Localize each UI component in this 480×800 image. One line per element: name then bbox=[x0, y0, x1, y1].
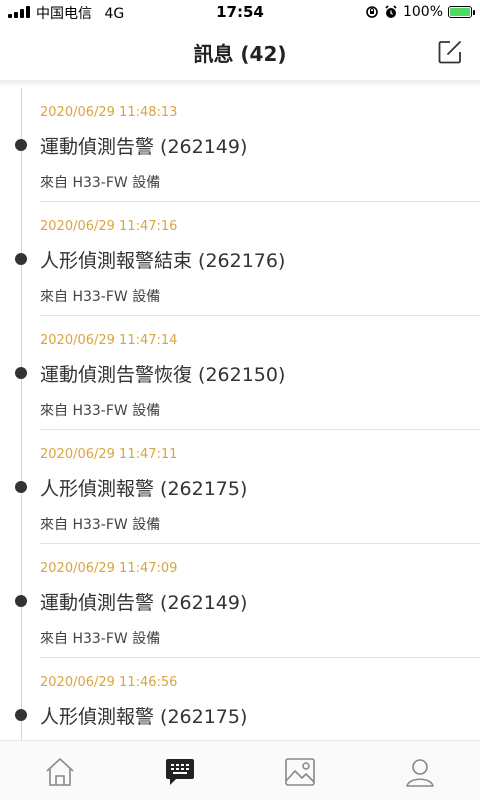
timeline-dot bbox=[15, 481, 27, 493]
message-item[interactable]: 2020/06/29 11:47:09 運動偵測告警 (262149) 來自 H… bbox=[0, 544, 480, 658]
message-title: 運動偵測告警 (262149) bbox=[40, 592, 248, 614]
page-title: 訊息 (42) bbox=[193, 42, 287, 66]
message-source: 來自 H33-FW 設備 bbox=[40, 631, 161, 647]
rotation-lock-icon bbox=[366, 6, 378, 18]
timeline-dot bbox=[15, 367, 27, 379]
message-timestamp: 2020/06/29 11:47:14 bbox=[40, 333, 178, 348]
message-timestamp: 2020/06/29 11:47:11 bbox=[40, 447, 178, 462]
battery-percent: 100% bbox=[402, 4, 443, 20]
header: 訊息 (42) bbox=[0, 24, 480, 80]
timeline-dot bbox=[15, 253, 27, 265]
message-item[interactable]: 2020/06/29 11:48:13 運動偵測告警 (262149) 來自 H… bbox=[0, 88, 480, 202]
compose-icon[interactable] bbox=[436, 38, 464, 66]
message-source: 來自 H33-FW 設備 bbox=[40, 289, 161, 305]
timeline-dot bbox=[15, 595, 27, 607]
message-item[interactable]: 2020/06/29 11:46:56 人形偵測報警 (262175) bbox=[0, 658, 480, 740]
image-icon[interactable] bbox=[283, 755, 317, 789]
message-title: 人形偵測報警 (262175) bbox=[40, 706, 248, 728]
status-right: 100% bbox=[365, 3, 475, 21]
profile-icon[interactable] bbox=[403, 755, 437, 789]
message-timestamp: 2020/06/29 11:46:56 bbox=[40, 675, 178, 690]
message-timestamp: 2020/06/29 11:47:09 bbox=[40, 561, 178, 576]
message-title: 人形偵測報警結束 (262176) bbox=[40, 250, 286, 272]
timeline-dot bbox=[15, 139, 27, 151]
header-shadow bbox=[0, 80, 480, 88]
message-title: 人形偵測報警 (262175) bbox=[40, 478, 248, 500]
message-timestamp: 2020/06/29 11:48:13 bbox=[40, 105, 178, 120]
message-source: 來自 H33-FW 設備 bbox=[40, 403, 161, 419]
alarm-icon bbox=[385, 5, 397, 18]
message-item[interactable]: 2020/06/29 11:47:11 人形偵測報警 (262175) 來自 H… bbox=[0, 430, 480, 544]
message-title: 運動偵測告警 (262149) bbox=[40, 136, 248, 158]
message-timestamp: 2020/06/29 11:47:16 bbox=[40, 219, 178, 234]
message-source: 來自 H33-FW 設備 bbox=[40, 175, 161, 191]
message-icon[interactable] bbox=[163, 755, 197, 789]
message-list[interactable]: 2020/06/29 11:48:13 運動偵測告警 (262149) 來自 H… bbox=[0, 88, 480, 740]
status-bar: 中国电信 4G 17:54 100% bbox=[0, 0, 480, 24]
message-item[interactable]: 2020/06/29 11:47:14 運動偵測告警恢復 (262150) 來自… bbox=[0, 316, 480, 430]
tab-bar bbox=[0, 740, 480, 800]
timeline-dot bbox=[15, 709, 27, 721]
home-icon[interactable] bbox=[43, 755, 77, 789]
battery-icon bbox=[448, 6, 475, 18]
message-title: 運動偵測告警恢復 (262150) bbox=[40, 364, 286, 386]
message-item[interactable]: 2020/06/29 11:47:16 人形偵測報警結束 (262176) 來自… bbox=[0, 202, 480, 316]
message-source: 來自 H33-FW 設備 bbox=[40, 517, 161, 533]
